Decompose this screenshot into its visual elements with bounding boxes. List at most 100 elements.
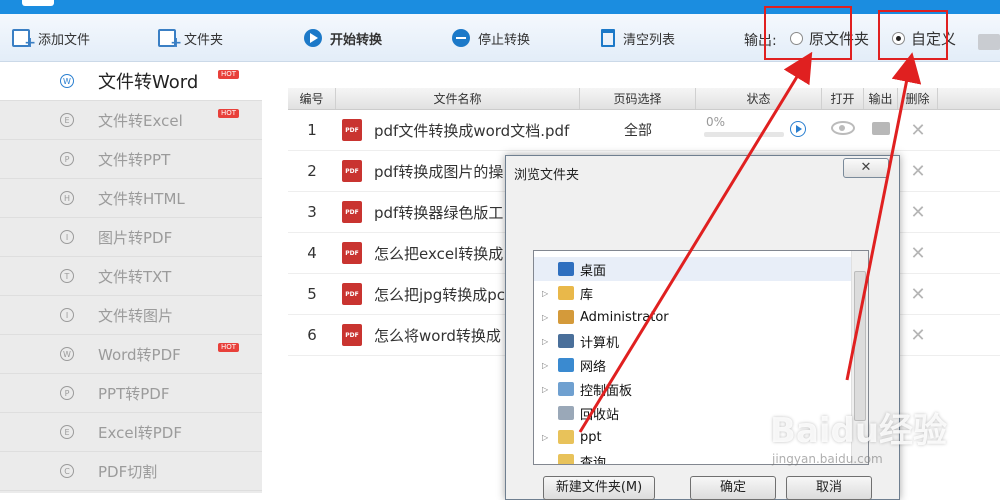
delete-icon[interactable]: ✕: [898, 161, 938, 182]
file-name: pdf转换器绿色版工: [374, 203, 504, 222]
tree-item-label: 查询: [580, 455, 607, 465]
sidebar-item[interactable]: H 文件转HTML: [0, 179, 262, 218]
folder-icon: [558, 286, 574, 300]
page-select[interactable]: 全部: [580, 120, 696, 140]
table-row[interactable]: 1 PDF pdf文件转换成word文档.pdf 全部 0% ✕: [288, 110, 1000, 151]
folder-icon: [558, 334, 574, 348]
sidebar-item[interactable]: C PDF切割: [0, 452, 262, 491]
delete-icon[interactable]: ✕: [898, 284, 938, 305]
browse-folder-icon[interactable]: [978, 34, 1000, 50]
expand-arrow-icon[interactable]: ▷: [542, 313, 552, 322]
tree-item[interactable]: ▷ 网络: [534, 353, 868, 377]
expand-arrow-icon[interactable]: ▷: [542, 433, 552, 442]
delete-icon[interactable]: ✕: [898, 202, 938, 223]
expand-arrow-icon[interactable]: ▷: [542, 337, 552, 346]
sidebar-item[interactable]: I 文件转图片: [0, 296, 262, 335]
tree-item-label: 回收站: [580, 407, 620, 423]
play-circle-icon[interactable]: [790, 121, 806, 137]
sidebar-item[interactable]: E 文件转Excel HOT: [0, 101, 262, 140]
column-header: 状态: [696, 88, 822, 109]
column-header: 页码选择: [580, 88, 696, 109]
watermark-sub: jingyan.baidu.com: [772, 452, 883, 466]
add-file-icon: [12, 29, 36, 51]
folder-icon[interactable]: [872, 121, 890, 135]
sidebar-item[interactable]: T 文件转TXT: [0, 257, 262, 296]
column-header: 删除: [898, 88, 938, 109]
column-header: 编号: [288, 88, 336, 109]
sidebar-item[interactable]: E Excel转PDF: [0, 413, 262, 452]
sidebar-item-label: 图片转PDF: [98, 228, 173, 247]
column-header: 打开: [822, 88, 864, 109]
tree-item-label: 库: [580, 287, 594, 303]
tree-item-label: 桌面: [580, 263, 607, 279]
tree-item[interactable]: 桌面: [534, 257, 868, 281]
start-convert-label: 开始转换: [330, 32, 383, 48]
sidebar: W 文件转Word HOT E 文件转Excel HOT P 文件转PPT H 文件转HTML I 图…: [0, 62, 262, 493]
sidebar-item[interactable]: I 图片转PDF: [0, 218, 262, 257]
tree-item[interactable]: ▷ 计算机: [534, 329, 868, 353]
cancel-button[interactable]: 取消: [786, 476, 872, 500]
new-folder-button[interactable]: 新建文件夹(M): [543, 476, 655, 500]
status-cell: 0%: [696, 115, 822, 145]
folder-icon: [558, 382, 574, 396]
clear-list-label: 清空列表: [623, 32, 676, 48]
watermark: Baidu经验 jingyan.baidu.com: [770, 403, 947, 466]
delete-icon[interactable]: ✕: [898, 325, 938, 346]
scrollbar-thumb[interactable]: [854, 271, 866, 421]
progress-bar: [704, 132, 784, 137]
sidebar-item[interactable]: W 文件转Word HOT: [0, 62, 262, 101]
format-circle-icon: I: [60, 308, 74, 322]
add-folder-button[interactable]: 文件夹: [158, 27, 224, 51]
stop-convert-label: 停止转换: [478, 32, 531, 48]
sidebar-item-label: 文件转Excel: [98, 111, 183, 130]
file-name: pdf转换成图片的操: [374, 162, 504, 181]
column-header: 文件名称: [336, 88, 580, 109]
annotation-box-original: [764, 6, 852, 60]
sidebar-item-label: 文件转图片: [98, 306, 174, 325]
pdf-file-icon: PDF: [342, 201, 362, 223]
tree-item[interactable]: ▷ 控制面板: [534, 377, 868, 401]
folder-icon: [558, 358, 574, 372]
folder-icon: [558, 406, 574, 420]
folder-icon: [558, 454, 574, 464]
dialog-title-bar: 浏览文件夹 ✕: [506, 156, 899, 190]
clear-list-button[interactable]: 清空列表: [601, 27, 675, 49]
expand-arrow-icon[interactable]: ▷: [542, 385, 552, 394]
expand-arrow-icon[interactable]: ▷: [542, 361, 552, 370]
format-circle-icon: C: [60, 464, 74, 478]
add-file-button[interactable]: 添加文件: [12, 27, 91, 51]
ok-button[interactable]: 确定: [690, 476, 776, 500]
format-circle-icon: E: [60, 425, 74, 439]
format-circle-icon: P: [60, 152, 74, 166]
file-name-cell: PDF pdf文件转换成word文档.pdf: [336, 119, 580, 141]
start-convert-button[interactable]: 开始转换: [304, 27, 382, 49]
row-number: 4: [307, 244, 317, 262]
stop-convert-button[interactable]: 停止转换: [452, 27, 530, 49]
row-number: 3: [307, 203, 317, 221]
sidebar-item[interactable]: W Word转PDF HOT: [0, 335, 262, 374]
pdf-file-icon: PDF: [342, 242, 362, 264]
delete-icon[interactable]: ✕: [898, 120, 938, 141]
sidebar-item-label: 文件转Word: [98, 72, 199, 93]
format-circle-icon: P: [60, 386, 74, 400]
tree-item-label: Administrator: [580, 309, 669, 325]
sidebar-item[interactable]: P PPT转PDF: [0, 374, 262, 413]
add-file-label: 添加文件: [38, 32, 91, 48]
sidebar-item-label: 文件转TXT: [98, 267, 172, 286]
row-number: 6: [307, 326, 317, 344]
pdf-file-icon: PDF: [342, 283, 362, 305]
hot-badge: HOT: [218, 109, 240, 118]
eye-icon[interactable]: [831, 121, 855, 135]
expand-arrow-icon[interactable]: ▷: [542, 289, 552, 298]
play-icon: [304, 29, 322, 47]
dialog-close-button[interactable]: ✕: [843, 158, 889, 178]
tree-item[interactable]: ▷ 库: [534, 281, 868, 305]
sidebar-item-label: Word转PDF: [98, 345, 181, 364]
tree-item-label: ppt: [580, 429, 602, 445]
tree-item[interactable]: ▷ Administrator: [534, 305, 868, 329]
row-number: 1: [307, 121, 317, 139]
sidebar-item[interactable]: P 文件转PPT: [0, 140, 262, 179]
delete-icon[interactable]: ✕: [898, 243, 938, 264]
watermark-main: Baidu经验: [770, 411, 948, 451]
add-folder-label: 文件夹: [184, 32, 224, 48]
